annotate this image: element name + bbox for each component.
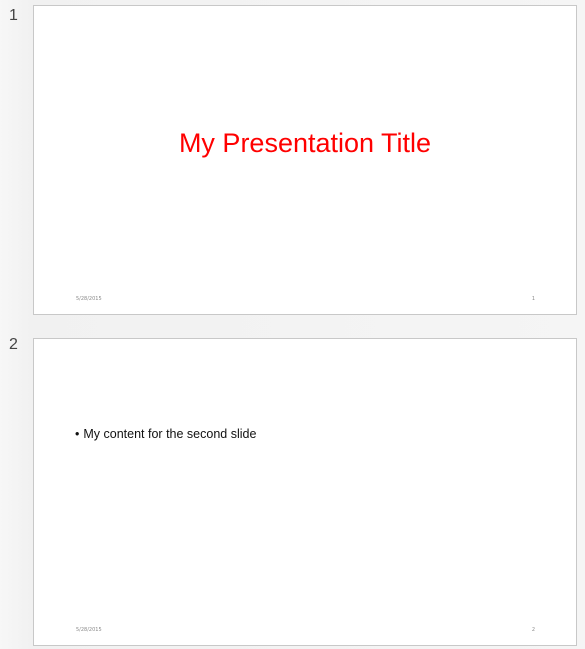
bullet-marker: •	[75, 427, 80, 441]
slide-number-1: 1	[9, 7, 18, 24]
slide-thumbnail-pane: 1 My Presentation Title 5/28/2015 1 2 • M…	[0, 0, 585, 649]
bullet-text: My content for the second slide	[83, 427, 257, 441]
footer-slide-number: 2	[531, 627, 535, 633]
footer-date: 5/28/2015	[76, 296, 102, 302]
footer-slide-number: 1	[531, 296, 535, 302]
slide-thumbnail-2[interactable]: • My content for the second slide 5/28/20…	[33, 338, 577, 646]
slide-thumbnail-1[interactable]: My Presentation Title 5/28/2015 1	[33, 5, 577, 315]
bullet-item: • My content for the second slide	[75, 427, 256, 441]
slide-title: My Presentation Title	[178, 128, 432, 158]
footer-date: 5/28/2015	[76, 627, 102, 633]
slide-number-2: 2	[9, 336, 18, 353]
